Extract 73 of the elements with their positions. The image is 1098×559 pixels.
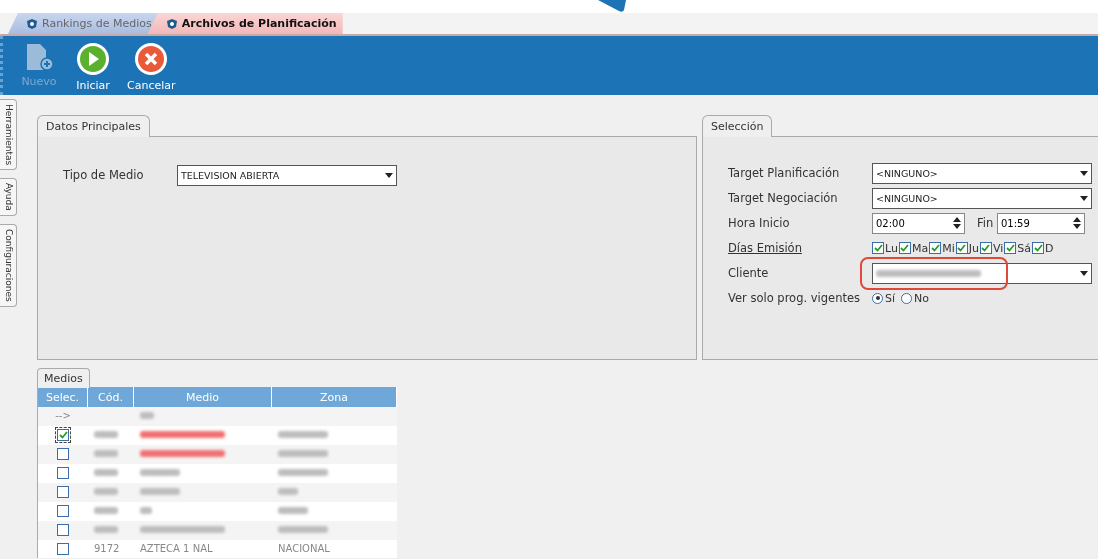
blurred-text (94, 507, 118, 514)
check-icon (930, 244, 940, 252)
day-checkbox[interactable]: Sá (1004, 241, 1031, 255)
row-checkbox[interactable] (57, 542, 69, 555)
tab-logo-icon (26, 17, 38, 30)
field-label: Tipo de Medio (63, 168, 145, 182)
check-icon (58, 430, 68, 439)
dropdown-arrow-icon[interactable] (1080, 270, 1088, 276)
logo-fragment-icon (598, 0, 628, 12)
row-checkbox[interactable] (57, 447, 69, 460)
document-tab[interactable]: Rankings de Medios (8, 13, 158, 34)
day-checkbox[interactable]: Ma (898, 241, 929, 255)
blurred-text (140, 412, 154, 419)
spinner-arrows-icon[interactable] (953, 216, 961, 230)
row-checkbox[interactable] (57, 466, 69, 479)
field-label: Target Planificación (728, 166, 841, 180)
toolbar-button[interactable]: Iniciar (73, 42, 113, 95)
row-checkbox[interactable] (57, 428, 69, 441)
day-checkbox[interactable]: D (1032, 241, 1054, 255)
check-icon (873, 244, 883, 252)
day-checkbox[interactable]: Mi (929, 241, 955, 255)
blurred-text (94, 488, 118, 495)
blurred-text (278, 507, 308, 514)
side-tab[interactable]: Ayuda (0, 178, 17, 217)
check-icon (981, 244, 991, 252)
check-icon (1033, 244, 1043, 252)
dropdown-arrow-icon[interactable] (385, 172, 393, 178)
toolbar-button[interactable]: Cancelar (127, 42, 176, 95)
side-tab[interactable]: Configuraciones (0, 224, 17, 307)
side-tab[interactable]: Herramientas (0, 99, 17, 171)
day-checkbox[interactable]: Ju (955, 241, 979, 255)
new-document-icon (24, 42, 54, 72)
time-field[interactable]: 02:00 (872, 212, 965, 234)
dropdown-arrow-icon[interactable] (1080, 195, 1088, 201)
dropdown-arrow-icon[interactable] (1080, 170, 1088, 176)
row-checkbox[interactable] (57, 523, 69, 536)
time-field[interactable]: 01:59 (997, 212, 1085, 234)
tab-logo-icon (165, 17, 178, 30)
row-checkbox[interactable] (57, 504, 69, 517)
blurred-text (278, 469, 328, 476)
blurred-text (278, 488, 298, 495)
dropdown-field[interactable] (872, 262, 1092, 284)
blurred-text (278, 526, 328, 533)
table-cell-text: --> (54, 409, 72, 423)
table-cell: 9172 (94, 543, 120, 554)
check-icon (900, 244, 910, 252)
table-cell: AZTECA 1 NAL (140, 543, 213, 554)
field-label: Días Emisión (728, 241, 803, 255)
dropdown-field[interactable]: TELEVISION ABIERTA (177, 164, 397, 186)
blurred-text (94, 450, 118, 457)
field-label: Ver solo prog. vigentes (728, 291, 861, 305)
field-label: Target Negociación (728, 191, 839, 205)
field-label: Hora Inicio (728, 216, 791, 230)
field-label: Fin (977, 216, 995, 230)
day-checkbox[interactable]: Lu (872, 241, 898, 255)
day-checkbox[interactable]: Vi (979, 241, 1004, 255)
radio-option[interactable]: No (901, 291, 929, 305)
radio-option[interactable]: Sí (872, 291, 896, 305)
row-checkbox[interactable] (57, 485, 69, 498)
cancel-icon (134, 42, 169, 76)
blurred-text (94, 469, 118, 476)
check-icon (957, 244, 967, 252)
play-icon (76, 42, 110, 76)
table-cell: NACIONAL (278, 543, 330, 554)
blurred-text (94, 431, 118, 438)
field-label: Cliente (728, 266, 770, 280)
blurred-text (278, 450, 328, 457)
dropdown-field[interactable]: <NINGUNO> (872, 187, 1092, 209)
blurred-text (278, 431, 328, 438)
spinner-arrows-icon[interactable] (1073, 216, 1081, 230)
check-icon (1005, 244, 1015, 252)
dropdown-field[interactable]: <NINGUNO> (872, 162, 1092, 184)
blurred-text (94, 526, 118, 533)
